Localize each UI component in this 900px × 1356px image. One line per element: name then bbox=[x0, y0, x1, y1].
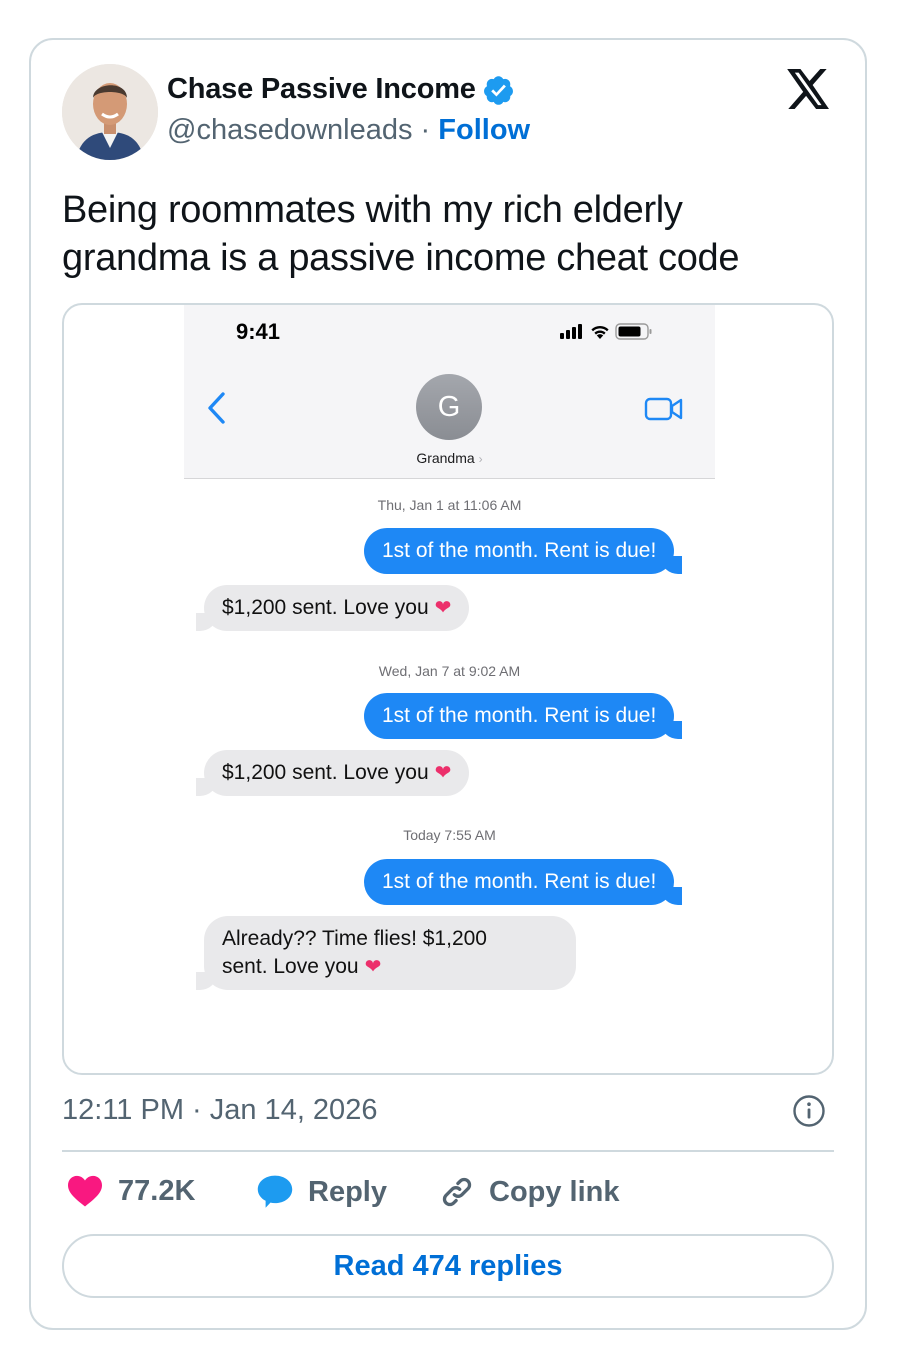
verified-badge-icon bbox=[482, 74, 515, 107]
divider bbox=[62, 1150, 834, 1152]
video-call-icon[interactable] bbox=[644, 396, 684, 422]
tweet-text: Being roommates with my rich elderly gra… bbox=[62, 189, 740, 279]
cellular-signal-icon bbox=[560, 324, 582, 339]
received-message-text: $1,200 sent. Love you bbox=[222, 761, 429, 784]
message-timestamp: Today 7:55 AM bbox=[403, 827, 496, 843]
author-name[interactable]: Chase Passive Income bbox=[167, 73, 476, 106]
contact-avatar[interactable]: G bbox=[416, 374, 482, 440]
battery-icon bbox=[615, 323, 652, 340]
received-message-text-line1: Already?? Time flies! $1,200 bbox=[222, 927, 487, 950]
reply-bubble-icon bbox=[257, 1175, 293, 1208]
author-name-row: Chase Passive Income bbox=[167, 72, 515, 107]
sent-message-bubble: 1st of the month. Rent is due! bbox=[364, 693, 683, 739]
back-chevron-icon[interactable] bbox=[204, 391, 228, 425]
like-button[interactable]: 77.2K bbox=[66, 1174, 195, 1208]
info-icon[interactable] bbox=[792, 1094, 826, 1128]
message-timestamp: Thu, Jan 1 at 11:06 AM bbox=[377, 497, 522, 513]
author-handle-row: @chasedownleads · Follow bbox=[167, 114, 530, 147]
sent-message-bubble: 1st of the month. Rent is due! bbox=[364, 859, 683, 905]
follow-button[interactable]: Follow bbox=[438, 114, 530, 146]
author-photo bbox=[62, 64, 158, 160]
link-icon bbox=[442, 1177, 472, 1207]
author-avatar[interactable] bbox=[62, 64, 158, 160]
received-message-text: $1,200 sent. Love you bbox=[222, 596, 429, 619]
contact-name-row[interactable]: Grandma › bbox=[184, 450, 715, 466]
reply-button[interactable]: Reply bbox=[256, 1174, 387, 1210]
sent-message-text: 1st of the month. Rent is due! bbox=[382, 704, 657, 727]
heart-icon bbox=[68, 1175, 102, 1207]
status-icons bbox=[560, 323, 652, 340]
heart-emoji-icon: ❤ bbox=[434, 762, 452, 784]
x-logo-icon[interactable] bbox=[787, 69, 831, 109]
tweet-media-image[interactable]: 9:41 G Grandma › Thu, Jan 1 at 11:06 AM … bbox=[62, 303, 834, 1075]
read-replies-button[interactable]: Read 474 replies bbox=[62, 1234, 834, 1298]
like-count: 77.2K bbox=[118, 1174, 196, 1207]
message-timestamp: Wed, Jan 7 at 9:02 AM bbox=[378, 663, 521, 679]
sent-message-text: 1st of the month. Rent is due! bbox=[382, 539, 657, 562]
copy-link-button[interactable]: Copy link bbox=[439, 1174, 620, 1210]
received-message-bubble: Already?? Time flies! $1,200 sent. Love … bbox=[196, 916, 576, 990]
sent-message-bubble: 1st of the month. Rent is due! bbox=[364, 528, 683, 574]
heart-emoji-icon: ❤ bbox=[364, 956, 382, 978]
wifi-icon bbox=[591, 325, 609, 339]
sent-message-text: 1st of the month. Rent is due! bbox=[382, 870, 657, 893]
copy-link-label: Copy link bbox=[489, 1175, 620, 1208]
chevron-right-icon: › bbox=[478, 452, 483, 466]
imessage-header: 9:41 G Grandma › bbox=[184, 305, 715, 479]
received-message-bubble: $1,200 sent. Love you ❤ bbox=[195, 585, 470, 631]
author-handle[interactable]: @chasedownleads bbox=[167, 114, 412, 146]
handle-separator: · bbox=[420, 114, 431, 146]
reply-label: Reply bbox=[308, 1175, 387, 1208]
contact-name: Grandma bbox=[416, 450, 475, 466]
received-message-text-line2: sent. Love you ❤ bbox=[222, 955, 382, 978]
heart-emoji-icon: ❤ bbox=[434, 597, 452, 619]
tweet-timestamp[interactable]: 12:11 PM · Jan 14, 2026 bbox=[62, 1094, 377, 1127]
received-message-bubble: $1,200 sent. Love you ❤ bbox=[195, 750, 470, 796]
status-time: 9:41 bbox=[236, 319, 281, 344]
